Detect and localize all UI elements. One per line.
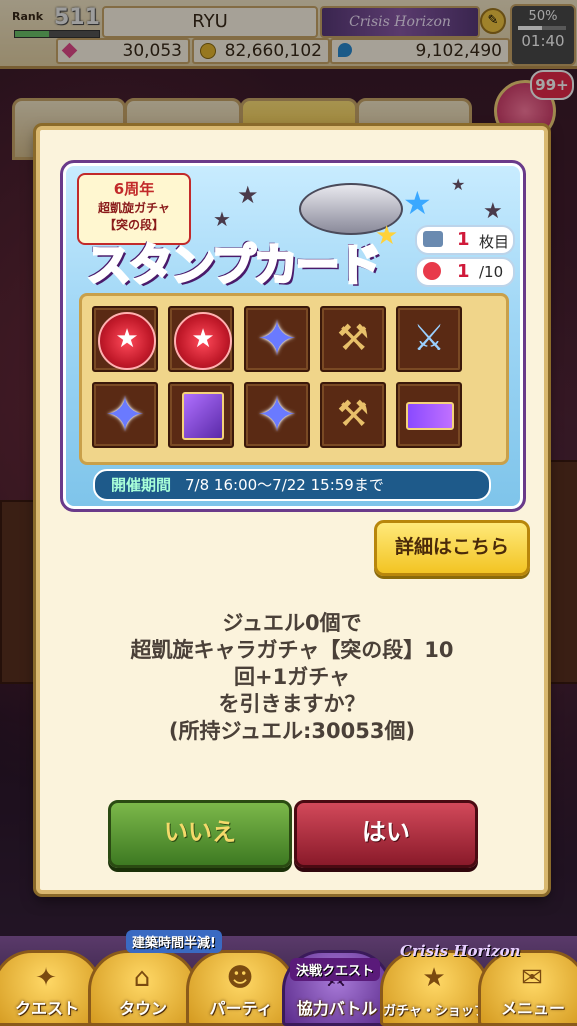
nav-coop-battle-label: 協力バトル xyxy=(296,999,378,1018)
stamp-icon xyxy=(423,262,441,280)
gacha-promo-badge: Crisis Horizon xyxy=(400,942,521,960)
stamp-cell: ⚒ xyxy=(320,382,386,448)
gacha-shop-icon: ★ xyxy=(422,963,446,993)
star-icon: ★ xyxy=(483,199,503,224)
coop-promo-badge: 決戦クエスト xyxy=(290,958,381,981)
party-icon: ☻ xyxy=(226,963,254,993)
quest-map-icon: ✦ xyxy=(35,963,57,993)
stamp-grid: ✦ ⚒ ⚔ ✦ ✦ ⚒ xyxy=(79,293,509,465)
nav-menu-label: メニュー xyxy=(500,999,565,1018)
nav-town[interactable]: ⌂ タウン xyxy=(88,950,198,1026)
stamp-seal-icon xyxy=(98,312,156,370)
card-icon xyxy=(423,231,443,247)
star-crystal-icon: ✦ xyxy=(104,387,146,443)
stamp-cell: ✦ xyxy=(244,306,310,372)
stamp-cell: ⚒ xyxy=(320,306,386,372)
stamp-cell xyxy=(168,382,234,448)
star-crystal-icon: ✦ xyxy=(256,311,298,367)
town-promo-badge: 建築時間半減! xyxy=(126,930,222,953)
menu-icon: ✉ xyxy=(521,963,543,993)
star-icon: ★ xyxy=(403,184,432,222)
nav-party-label: パーティ xyxy=(209,999,273,1018)
stamp-card-banner: 6周年 超凱旋ガチャ 【突の段】 ★ ★ ★ ★ ★ ★ スタンプカード 1 枚… xyxy=(60,160,526,512)
stamp-cell: ✦ xyxy=(244,382,310,448)
stamp-seal-icon xyxy=(174,312,232,370)
golden-hammer-icon: ⚒ xyxy=(336,394,370,435)
confirm-message-line: を引きますか？ xyxy=(218,692,366,716)
stamp-card-title-part2: カード xyxy=(252,239,383,293)
nav-quest[interactable]: ✦ クエスト xyxy=(0,950,102,1026)
details-button[interactable]: 詳細はこちら xyxy=(374,520,530,576)
blue-sword-icon: ⚔ xyxy=(412,318,446,359)
anniversary-line-1: 6周年 xyxy=(113,180,155,198)
bottom-navigation: ✦ クエスト ⌂ タウン ☻ パーティ ⚔ 協力バトル ★ ガチャ・ショップ ✉… xyxy=(0,930,577,1026)
star-icon: ★ xyxy=(237,181,259,209)
card-count: 1 xyxy=(457,229,470,250)
event-period: 開催期間 7/8 16:00〜7/22 15:59まで xyxy=(93,469,491,501)
stamp-card-title: スタンプカード xyxy=(86,229,407,293)
nav-quest-label: クエスト xyxy=(14,999,79,1018)
purple-book-icon xyxy=(182,392,224,440)
yes-button[interactable]: はい xyxy=(294,800,478,868)
event-period-value: 7/8 16:00〜7/22 15:59まで xyxy=(185,476,384,494)
confirm-message-line: ジュエル0個で xyxy=(222,611,362,635)
nav-town-label: タウン xyxy=(118,999,167,1018)
stamp-count-pill: 1 /10 xyxy=(415,257,515,287)
card-count-pill: 1 枚目 xyxy=(415,225,515,255)
confirm-message-line: 超凱旋キャラガチャ【突の段】10 xyxy=(130,638,454,662)
stamp-card-title-part1: スタンプ xyxy=(86,239,258,293)
stamp-cell: ⚔ xyxy=(396,306,462,372)
card-count-suffix: 枚目 xyxy=(479,233,510,251)
no-button[interactable]: いいえ xyxy=(108,800,292,868)
confirm-message-line: (所持ジュエル:30053個) xyxy=(168,719,416,743)
golden-hammer-icon: ⚒ xyxy=(336,318,370,359)
anniversary-line-2: 超凱旋ガチャ xyxy=(98,201,170,215)
confirm-message: ジュエル0個で 超凱旋キャラガチャ【突の段】10 回+1ガチャ を引きますか？ … xyxy=(60,610,524,745)
star-crystal-icon: ✦ xyxy=(256,387,298,443)
nav-party[interactable]: ☻ パーティ xyxy=(186,950,296,1026)
stamp-count: 1 xyxy=(457,261,470,282)
stamp-cell xyxy=(168,306,234,372)
town-icon: ⌂ xyxy=(133,963,151,993)
stamp-total: /10 xyxy=(479,263,504,281)
gacha-confirm-dialog: 6周年 超凱旋ガチャ 【突の段】 ★ ★ ★ ★ ★ ★ スタンプカード 1 枚… xyxy=(36,126,548,894)
ticket-icon xyxy=(406,402,454,430)
nav-gacha-shop-label: ガチャ・ショップ xyxy=(383,1004,487,1019)
star-icon: ★ xyxy=(213,207,231,231)
event-period-label: 開催期間 xyxy=(111,476,172,494)
star-icon: ★ xyxy=(451,175,466,194)
stamp-cell xyxy=(396,382,462,448)
stamp-cell: ✦ xyxy=(92,382,158,448)
confirm-message-line: 回+1ガチャ xyxy=(234,665,350,689)
stamp-cell xyxy=(92,306,158,372)
